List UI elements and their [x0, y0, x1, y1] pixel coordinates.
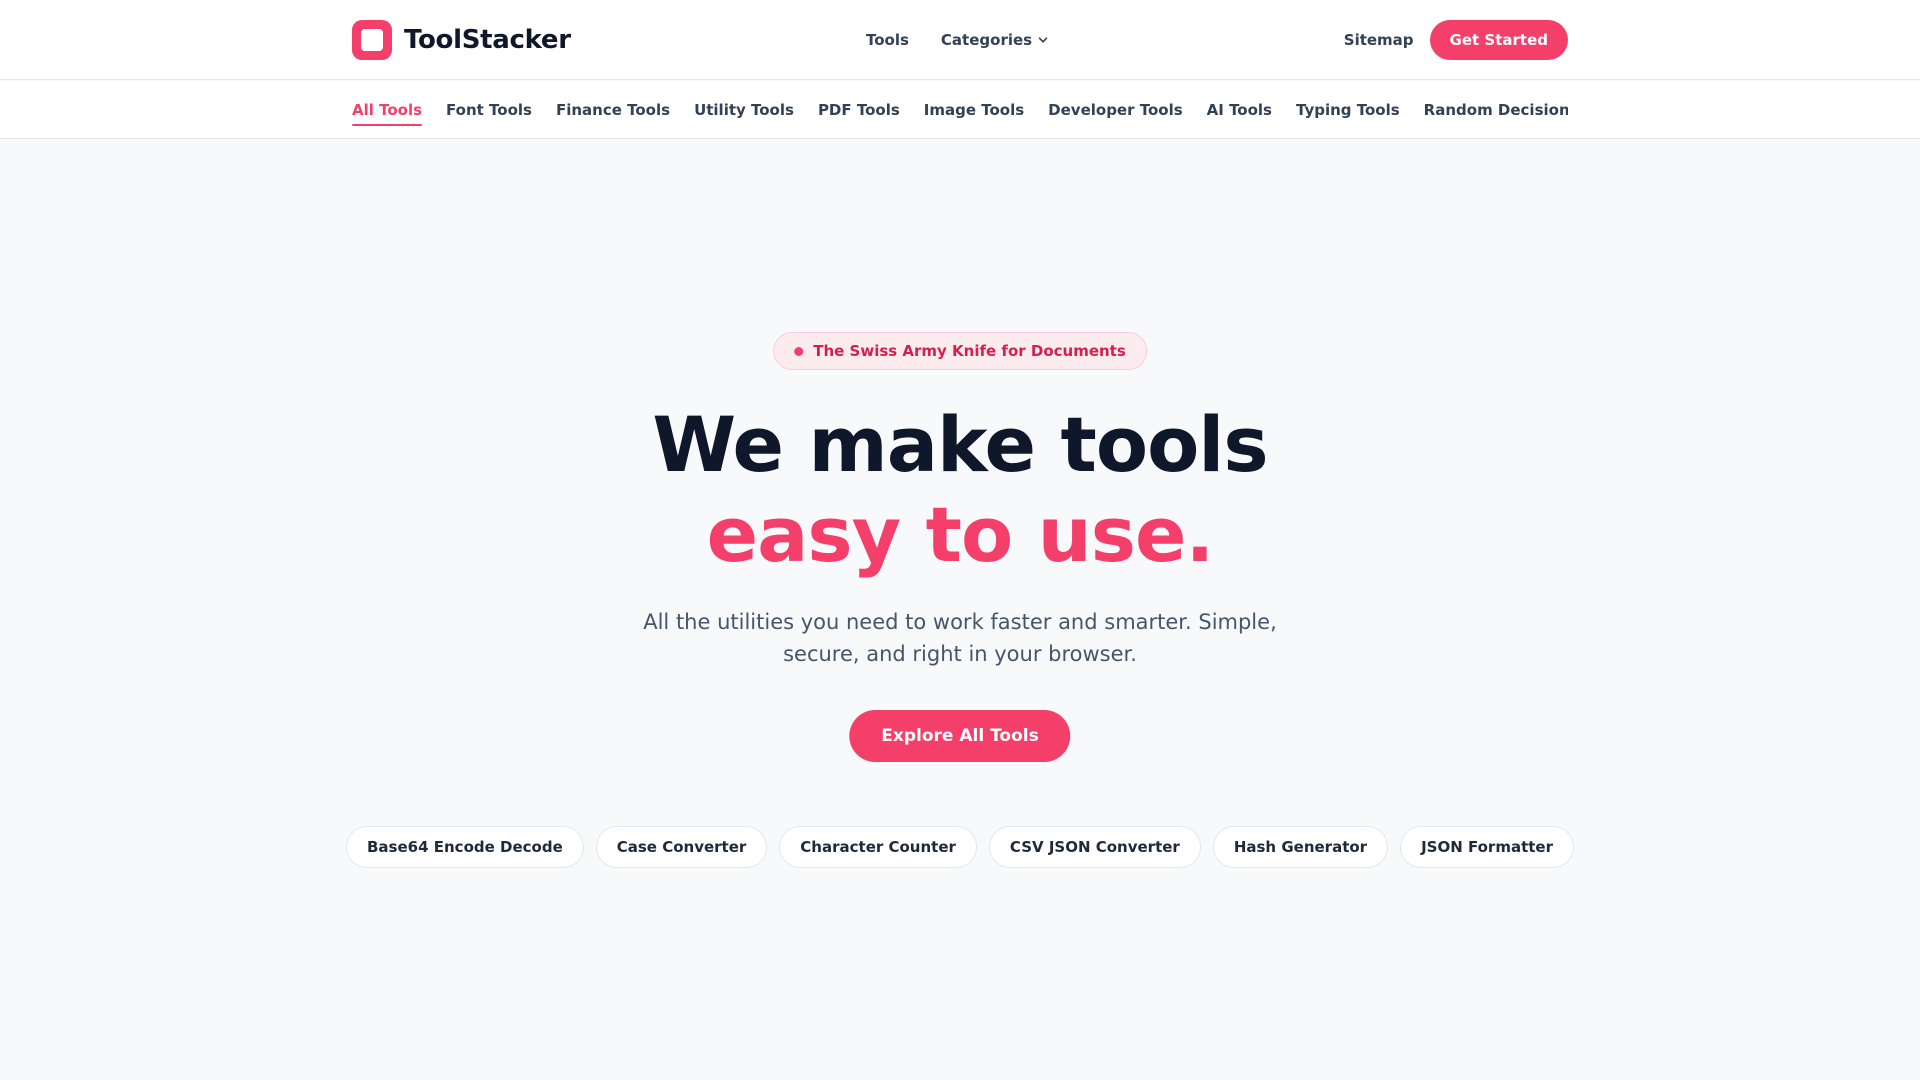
tool-chip-hash-generator[interactable]: Hash Generator	[1212, 826, 1389, 868]
category-tab-utility-tools[interactable]: Utility Tools	[694, 95, 794, 125]
category-tab-random-decision[interactable]: Random Decision	[1424, 95, 1568, 125]
tool-chip-case-converter[interactable]: Case Converter	[595, 826, 768, 868]
tool-chip-json-formatter[interactable]: JSON Formatter	[1400, 826, 1574, 868]
brand-name: ToolStacker	[404, 25, 571, 55]
hero-title-line2: easy to use.	[706, 490, 1215, 579]
hero-title: We make tools easy to use.	[0, 400, 1920, 580]
explore-all-tools-button[interactable]: Explore All Tools	[849, 710, 1071, 762]
category-tab-developer-tools[interactable]: Developer Tools	[1048, 95, 1182, 125]
header-actions: Sitemap Get Started	[1344, 20, 1568, 60]
tool-chip-base64-encode-decode[interactable]: Base64 Encode Decode	[346, 826, 584, 868]
nav-categories-label: Categories	[940, 31, 1033, 49]
square-logo-icon	[352, 20, 392, 60]
category-tab-ai-tools[interactable]: AI Tools	[1207, 95, 1272, 125]
get-started-button[interactable]: Get Started	[1429, 20, 1568, 60]
category-tab-pdf-tools[interactable]: PDF Tools	[818, 95, 900, 125]
quick-tool-chips: Base64 Encode Decode Case Converter Charac…	[0, 826, 1920, 868]
tool-chip-csv-json-converter[interactable]: CSV JSON Converter	[988, 826, 1201, 868]
category-bar: All Tools Font Tools Finance Tools Utility …	[0, 81, 1920, 139]
category-tab-font-tools[interactable]: Font Tools	[446, 95, 532, 125]
brand-logo-link[interactable]: ToolStacker	[352, 20, 571, 60]
hero-subtitle: All the utilities you need to work faste…	[643, 610, 1277, 666]
top-header: ToolStacker Tools Categories Sitemap Get…	[0, 0, 1920, 80]
nav-categories-dropdown[interactable]: Categories	[941, 31, 1048, 49]
category-tab-finance-tools[interactable]: Finance Tools	[556, 95, 670, 125]
sitemap-link[interactable]: Sitemap	[1344, 31, 1414, 49]
nav-tools-link[interactable]: Tools	[866, 31, 909, 49]
hero-badge-text: The Swiss Army Knife for Documents	[813, 342, 1126, 360]
tool-chip-character-counter[interactable]: Character Counter	[779, 826, 977, 868]
category-list: All Tools Font Tools Finance Tools Utility …	[352, 81, 1568, 138]
chevron-down-icon	[1038, 37, 1048, 43]
category-tab-all-tools[interactable]: All Tools	[352, 95, 423, 126]
dot-icon	[794, 346, 804, 356]
nav-tools-label: Tools	[866, 31, 909, 49]
category-tab-typing-tools[interactable]: Typing Tools	[1296, 95, 1400, 125]
hero-badge: The Swiss Army Knife for Documents	[773, 332, 1147, 370]
category-tab-image-tools[interactable]: Image Tools	[924, 95, 1024, 125]
main-nav: Tools Categories	[866, 20, 1048, 60]
hero-title-line1: We make tools	[652, 400, 1268, 489]
